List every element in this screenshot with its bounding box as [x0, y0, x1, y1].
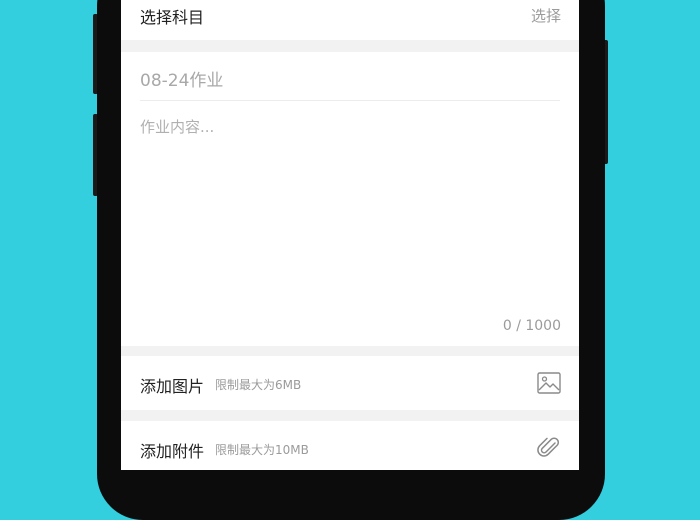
homework-editor: 08-24作业 作业内容... 0 / 1000 — [121, 52, 579, 346]
add-image-row[interactable]: 添加图片 限制最大为6MB — [121, 356, 579, 410]
editor-divider — [140, 100, 560, 101]
phone-screen: 选择科目 选择 08-24作业 作业内容... 0 / 1000 添加图片 限制… — [121, 0, 579, 470]
add-image-label: 添加图片 — [140, 377, 205, 396]
homework-title-input[interactable]: 08-24作业 — [140, 66, 223, 91]
add-attachment-row[interactable]: 添加附件 限制最大为10MB — [121, 421, 579, 470]
select-subject-link[interactable]: 选择 — [531, 5, 561, 26]
homework-content-textarea[interactable]: 作业内容... — [140, 116, 214, 137]
image-size-limit: 限制最大为6MB — [215, 378, 302, 392]
subject-selector-row[interactable]: 选择科目 选择 — [121, 0, 579, 40]
attachment-size-limit: 限制最大为10MB — [215, 443, 309, 457]
image-icon[interactable] — [537, 372, 561, 394]
subject-label: 选择科目 — [140, 8, 205, 27]
paperclip-icon[interactable] — [537, 437, 561, 459]
add-attachment-label: 添加附件 — [140, 442, 205, 461]
character-counter: 0 / 1000 — [502, 318, 561, 334]
